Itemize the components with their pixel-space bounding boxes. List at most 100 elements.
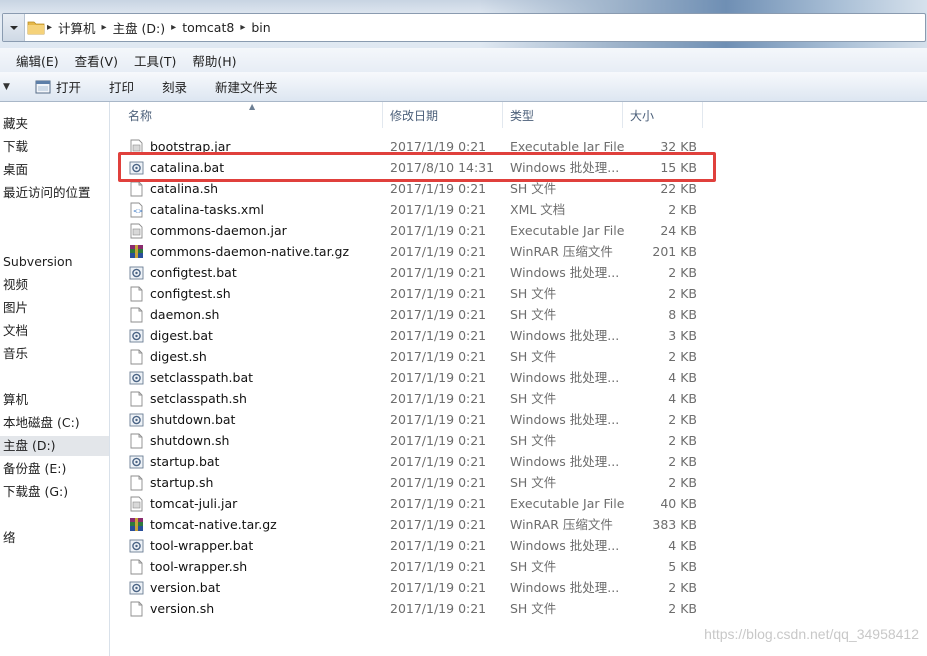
column-header-name[interactable]: 名称 <box>121 102 383 128</box>
breadcrumb-separator-icon[interactable]: ▸ <box>102 22 107 33</box>
open-icon <box>35 80 51 93</box>
file-row[interactable]: setclasspath.sh 2017/1/19 0:21 SH 文件 4 KB <box>111 388 927 409</box>
file-row[interactable]: catalina.sh 2017/1/19 0:21 SH 文件 22 KB <box>111 178 927 199</box>
blank-file-icon <box>129 472 145 493</box>
new-folder-button[interactable]: 新建文件夹 <box>201 75 292 99</box>
file-name[interactable]: daemon.sh <box>150 304 219 325</box>
print-button[interactable]: 打印 <box>95 75 148 99</box>
file-name[interactable]: catalina-tasks.xml <box>150 199 264 220</box>
nav-item-drive-e[interactable]: 备份盘 (E:) <box>3 459 66 479</box>
column-header-size[interactable]: 大小 <box>623 102 703 128</box>
organize-dropdown-icon[interactable]: ▼ <box>3 82 13 92</box>
file-name[interactable]: catalina.bat <box>150 157 224 178</box>
file-name[interactable]: commons-daemon.jar <box>150 220 287 241</box>
file-row[interactable]: commons-daemon-native.tar.gz 2017/1/19 0:… <box>111 241 927 262</box>
file-row[interactable]: <> catalina-tasks.xml 2017/1/19 0:21 XML 文档… <box>111 199 927 220</box>
file-size: 4 KB <box>668 370 697 385</box>
file-name[interactable]: configtest.bat <box>150 262 237 283</box>
file-row[interactable]: tomcat-juli.jar 2017/1/19 0:21 Executable … <box>111 493 927 514</box>
nav-item-subversion[interactable]: Subversion <box>3 252 73 272</box>
file-row[interactable]: bootstrap.jar 2017/1/19 0:21 Executable Ja… <box>111 136 927 157</box>
breadcrumb-separator-icon[interactable]: ▸ <box>171 22 176 33</box>
nav-item-desktop[interactable]: 桌面 <box>3 160 28 180</box>
file-name[interactable]: startup.sh <box>150 472 213 493</box>
file-type: Windows 批处理... <box>510 454 620 469</box>
file-name[interactable]: setclasspath.sh <box>150 388 247 409</box>
menu-edit[interactable]: 编辑(E) <box>16 51 59 70</box>
file-row[interactable]: setclasspath.bat 2017/1/19 0:21 Windows 批处… <box>111 367 927 388</box>
file-name[interactable]: startup.bat <box>150 451 219 472</box>
file-type: XML 文档 <box>510 202 566 217</box>
file-row[interactable]: version.sh 2017/1/19 0:21 SH 文件 2 KB <box>111 598 927 619</box>
column-header-type[interactable]: 类型 <box>503 102 623 128</box>
nav-item-downloads[interactable]: 下载 <box>3 137 28 157</box>
xml-file-icon: <> <box>129 199 145 220</box>
file-name[interactable]: tomcat-juli.jar <box>150 493 237 514</box>
winrar-archive-icon <box>129 241 145 262</box>
file-row[interactable]: commons-daemon.jar 2017/1/19 0:21 Executab… <box>111 220 927 241</box>
nav-item-music[interactable]: 音乐 <box>3 344 28 364</box>
file-name[interactable]: setclasspath.bat <box>150 367 253 388</box>
file-row[interactable]: digest.sh 2017/1/19 0:21 SH 文件 2 KB <box>111 346 927 367</box>
address-bar[interactable]: ▸ 计算机 ▸ 主盘 (D:) ▸ tomcat8 ▸ bin <box>2 13 926 42</box>
menu-help[interactable]: 帮助(H) <box>192 51 236 70</box>
file-size: 201 KB <box>652 244 697 259</box>
file-type: SH 文件 <box>510 307 557 322</box>
file-name[interactable]: shutdown.sh <box>150 430 229 451</box>
batch-file-icon <box>129 451 145 472</box>
file-name[interactable]: commons-daemon-native.tar.gz <box>150 241 349 262</box>
file-row[interactable]: catalina.bat 2017/8/10 14:31 Windows 批处理..… <box>111 157 927 178</box>
file-name[interactable]: version.sh <box>150 598 214 619</box>
recent-locations-button[interactable] <box>3 14 25 41</box>
breadcrumb-separator-icon[interactable]: ▸ <box>47 22 52 33</box>
nav-item-drive-d[interactable]: 主盘 (D:) <box>0 436 109 456</box>
nav-item-documents[interactable]: 文档 <box>3 321 28 341</box>
breadcrumb-separator-icon[interactable]: ▸ <box>240 22 245 33</box>
breadcrumb-tomcat8[interactable]: tomcat8 <box>182 20 234 35</box>
file-name[interactable]: version.bat <box>150 577 220 598</box>
burn-button[interactable]: 刻录 <box>148 75 201 99</box>
file-date-modified: 2017/1/19 0:21 <box>390 454 487 469</box>
file-row[interactable]: startup.bat 2017/1/19 0:21 Windows 批处理... 2… <box>111 451 927 472</box>
winrar-archive-icon <box>129 514 145 535</box>
file-row[interactable]: shutdown.bat 2017/1/19 0:21 Windows 批处理...… <box>111 409 927 430</box>
nav-item-videos[interactable]: 视频 <box>3 275 28 295</box>
file-name[interactable]: shutdown.bat <box>150 409 235 430</box>
menu-tools[interactable]: 工具(T) <box>134 51 176 70</box>
file-name[interactable]: tool-wrapper.sh <box>150 556 247 577</box>
file-row[interactable]: configtest.sh 2017/1/19 0:21 SH 文件 2 KB <box>111 283 927 304</box>
nav-item-pictures[interactable]: 图片 <box>3 298 28 318</box>
file-row[interactable]: daemon.sh 2017/1/19 0:21 SH 文件 8 KB <box>111 304 927 325</box>
open-button[interactable]: 打开 <box>35 75 95 99</box>
file-name[interactable]: bootstrap.jar <box>150 136 231 157</box>
file-row[interactable]: digest.bat 2017/1/19 0:21 Windows 批处理... 3 … <box>111 325 927 346</box>
file-row[interactable]: version.bat 2017/1/19 0:21 Windows 批处理... 2… <box>111 577 927 598</box>
nav-item-favorites[interactable]: 藏夹 <box>3 114 28 134</box>
file-name[interactable]: digest.bat <box>150 325 213 346</box>
file-size: 8 KB <box>668 307 697 322</box>
menu-view[interactable]: 查看(V) <box>75 51 118 70</box>
nav-item-network[interactable]: 络 <box>3 528 16 548</box>
file-size: 2 KB <box>668 433 697 448</box>
file-name[interactable]: tomcat-native.tar.gz <box>150 514 277 535</box>
file-row[interactable]: configtest.bat 2017/1/19 0:21 Windows 批处理.… <box>111 262 927 283</box>
file-row[interactable]: shutdown.sh 2017/1/19 0:21 SH 文件 2 KB <box>111 430 927 451</box>
file-name[interactable]: digest.sh <box>150 346 207 367</box>
file-name[interactable]: catalina.sh <box>150 178 218 199</box>
file-name[interactable]: configtest.sh <box>150 283 231 304</box>
breadcrumb-drive-d[interactable]: 主盘 (D:) <box>113 18 166 37</box>
nav-item-recent-places[interactable]: 最近访问的位置 <box>3 183 91 203</box>
nav-item-computer[interactable]: 算机 <box>3 390 28 410</box>
file-name[interactable]: tool-wrapper.bat <box>150 535 253 556</box>
file-row[interactable]: tomcat-native.tar.gz 2017/1/19 0:21 WinRAR… <box>111 514 927 535</box>
breadcrumb-computer[interactable]: 计算机 <box>58 18 96 37</box>
nav-item-drive-c[interactable]: 本地磁盘 (C:) <box>3 413 80 433</box>
file-row[interactable]: tool-wrapper.sh 2017/1/19 0:21 SH 文件 5 KB <box>111 556 927 577</box>
file-row[interactable]: startup.sh 2017/1/19 0:21 SH 文件 2 KB <box>111 472 927 493</box>
breadcrumb-bin[interactable]: bin <box>251 20 270 35</box>
file-row[interactable]: tool-wrapper.bat 2017/1/19 0:21 Windows 批处… <box>111 535 927 556</box>
blank-file-icon <box>129 556 145 577</box>
column-header-date-modified[interactable]: 修改日期 <box>383 102 503 128</box>
blank-file-icon <box>129 598 145 619</box>
nav-item-drive-g[interactable]: 下载盘 (G:) <box>3 482 68 502</box>
